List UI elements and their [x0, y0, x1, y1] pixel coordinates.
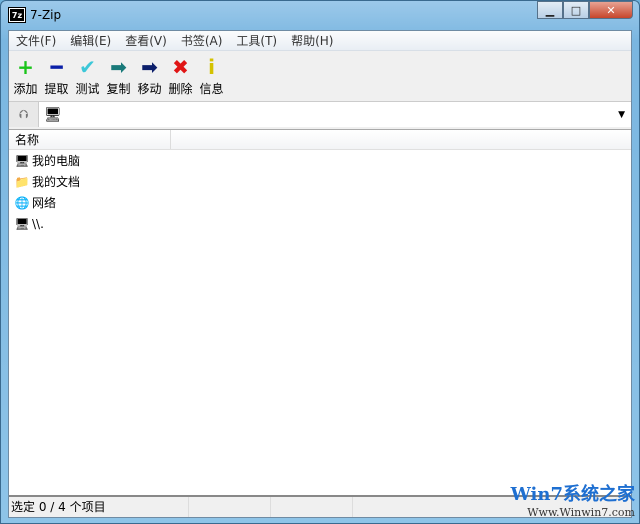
test-icon: ✔: [79, 55, 96, 79]
list-item[interactable]: 🖥 我的电脑: [9, 150, 631, 171]
column-header-name[interactable]: 名称: [9, 130, 171, 149]
move-icon: ➡: [141, 55, 158, 79]
item-name: 我的电脑: [32, 154, 81, 168]
add-label: 添加: [13, 82, 38, 96]
toolbar: + 添加 ━ 提取 ✔ 测试 ➡ 复制 ➡ 移动 ✖ 删除 i 信息: [9, 51, 631, 101]
menu-help[interactable]: 帮助(H): [284, 32, 340, 49]
up-folder-button[interactable]: ⮉: [9, 102, 39, 127]
item-name: \\.: [32, 216, 44, 231]
minimize-button[interactable]: ▁: [537, 1, 563, 19]
watermark: Win7系统之家 Www.Winwin7.com: [511, 480, 635, 519]
item-name: 网络: [32, 196, 57, 210]
close-button[interactable]: ✕: [589, 1, 633, 19]
address-bar: ⮉ 🖥 ▼: [9, 101, 631, 127]
status-text: 选定 0 / 4 个项目: [9, 497, 189, 517]
app-logo-icon: 7z: [8, 7, 26, 23]
window-title: 7-Zip: [30, 8, 62, 22]
watermark-url: Www.Winwin7.com: [527, 506, 635, 519]
info-icon: i: [208, 55, 215, 79]
delete-label: 删除: [168, 82, 193, 96]
info-button[interactable]: i 信息: [197, 51, 226, 101]
menu-bookmarks[interactable]: 书签(A): [174, 32, 230, 49]
extract-button[interactable]: ━ 提取: [42, 51, 71, 101]
network-icon: 🌐: [14, 195, 30, 210]
computer-icon: 🖥: [14, 153, 30, 168]
app-window: 7z 7-Zip ▁ □ ✕ 文件(F) 编辑(E) 查看(V) 书签(A) 工…: [0, 0, 640, 524]
menu-tools[interactable]: 工具(T): [229, 32, 284, 49]
computer-icon: 🖥: [14, 216, 30, 231]
test-label: 测试: [75, 82, 100, 96]
list-item[interactable]: 🖥 \\.: [9, 213, 631, 234]
copy-button[interactable]: ➡ 复制: [104, 51, 133, 101]
file-list: 名称 🖥 我的电脑 📁 我的文档 🌐 网络 🖥 \\.: [9, 129, 631, 495]
menu-edit[interactable]: 编辑(E): [63, 32, 118, 49]
maximize-button[interactable]: □: [563, 1, 589, 19]
menu-bar: 文件(F) 编辑(E) 查看(V) 书签(A) 工具(T) 帮助(H): [9, 31, 631, 51]
copy-icon: ➡: [110, 55, 127, 79]
add-icon: +: [17, 55, 34, 79]
extract-label: 提取: [44, 82, 69, 96]
title-bar: 7z 7-Zip: [8, 6, 62, 24]
copy-label: 复制: [106, 82, 131, 96]
extract-icon: ━: [50, 55, 63, 79]
list-item[interactable]: 🌐 网络: [9, 192, 631, 213]
menu-view[interactable]: 查看(V): [118, 32, 174, 49]
move-button[interactable]: ➡ 移动: [135, 51, 164, 101]
computer-icon: 🖥: [44, 106, 62, 123]
delete-icon: ✖: [172, 55, 189, 79]
move-label: 移动: [137, 82, 162, 96]
info-label: 信息: [199, 82, 224, 96]
test-button[interactable]: ✔ 测试: [73, 51, 102, 101]
add-button[interactable]: + 添加: [11, 51, 40, 101]
list-item[interactable]: 📁 我的文档: [9, 171, 631, 192]
address-dropdown-button[interactable]: ▼: [618, 110, 625, 120]
delete-button[interactable]: ✖ 删除: [166, 51, 195, 101]
menu-file[interactable]: 文件(F): [9, 32, 63, 49]
watermark-title: Win7系统之家: [510, 484, 635, 505]
item-name: 我的文档: [32, 175, 81, 189]
documents-icon: 📁: [14, 174, 30, 189]
